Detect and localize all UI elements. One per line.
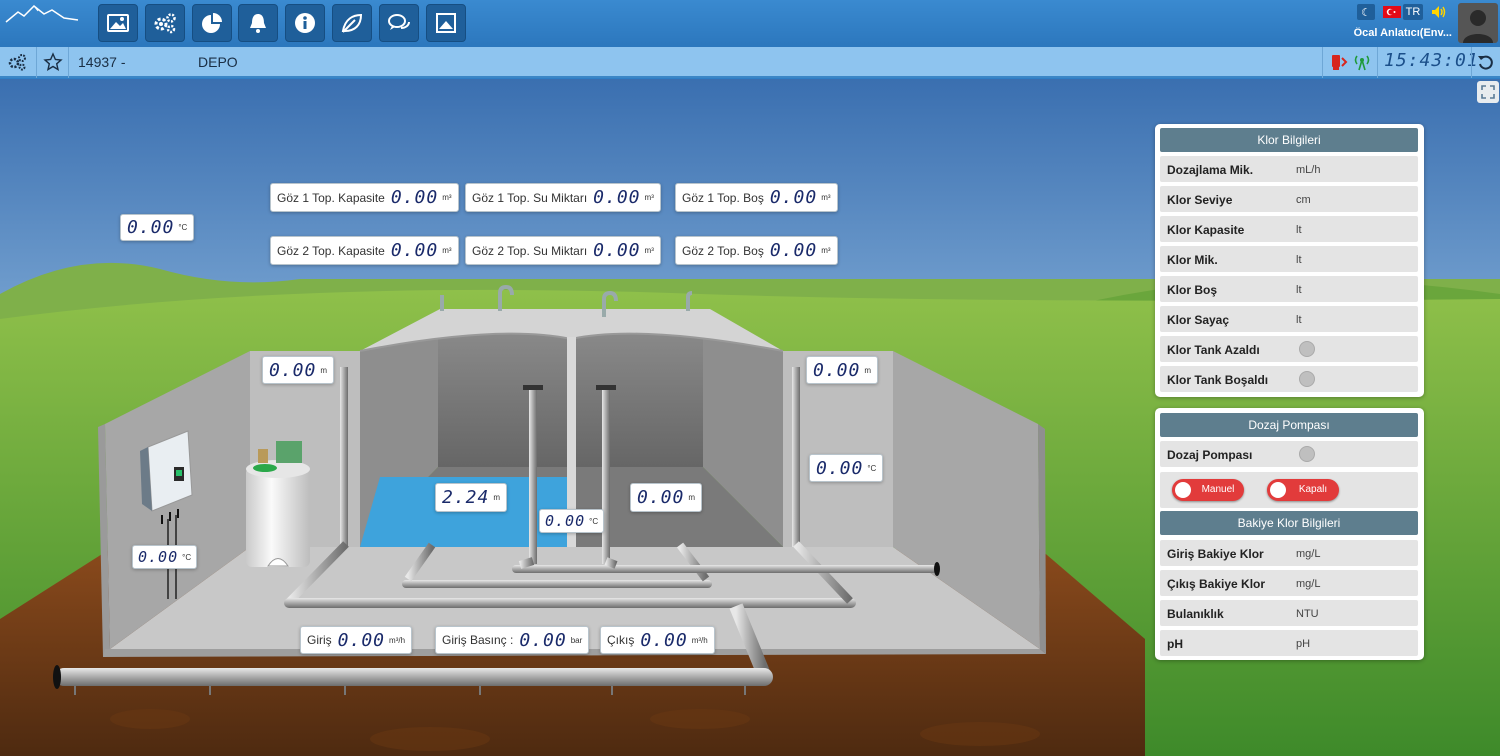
clock: 15:43:01 [1384, 50, 1479, 71]
status-indicator [1299, 371, 1315, 387]
fullscreen-icon[interactable] [1477, 81, 1499, 103]
row-dozajlama: Dozajlama Mik. mL/h [1160, 156, 1418, 182]
inlet-pressure: Giriş Basınç :0.00 bar [435, 626, 590, 654]
row-klor-bos: Klor Boş lt [1160, 276, 1418, 302]
pump-status-indicator [1299, 446, 1315, 462]
goz1-empty: Göz 1 Top. Boş 0.00 m³ [675, 183, 838, 212]
top-bar: ☾ TR Öcal Anlatıcı(Env... [0, 0, 1500, 47]
station-id: 14937 - [78, 54, 126, 70]
chat-icon[interactable] [379, 4, 419, 42]
row-klor-sayac: Klor Sayaç lt [1160, 306, 1418, 332]
row-klor-tank-azaldi: Klor Tank Azaldı [1160, 336, 1418, 362]
right-chamber-level: 0.00 m [806, 356, 879, 384]
turkey-flag-icon[interactable] [1382, 4, 1402, 20]
language-label[interactable]: TR [1403, 4, 1423, 20]
row-ph: pH pH [1160, 630, 1418, 656]
image-icon[interactable] [98, 4, 138, 42]
panel-title: Dozaj Pompası [1160, 413, 1418, 437]
outlet-flow: Çıkış 0.00 m³/h [600, 626, 715, 654]
antenna-icon[interactable] [1352, 52, 1372, 72]
settings-icon[interactable] [7, 52, 27, 72]
row-bulaniklik: Bulanıklık NTU [1160, 600, 1418, 626]
pie-chart-icon[interactable] [192, 4, 232, 42]
pump-state-toggle[interactable]: Kapalı [1267, 479, 1339, 501]
mountain-logo[interactable] [4, 2, 80, 42]
bell-icon[interactable] [238, 4, 278, 42]
goz1-water-level: 2.24 m [435, 483, 508, 512]
row-klor-kapasite: Klor Kapasite lt [1160, 216, 1418, 242]
right-chamber-temperature: 0.00 °C [809, 454, 884, 482]
dosing-pump-panel: Dozaj Pompası Dozaj Pompası Manuel Kapal… [1155, 408, 1424, 660]
water-temperature: 0.00 °C [539, 509, 605, 533]
pump-controls: Manuel Kapalı [1160, 472, 1418, 508]
goz1-capacity: Göz 1 Top. Kapasite 0.00 m³ [270, 183, 459, 212]
sub-bar: 14937 - DEPO 15:43:01 [0, 47, 1500, 78]
settings-icon[interactable] [145, 4, 185, 42]
left-chamber-level: 0.00 m [262, 356, 335, 384]
dark-mode-icon[interactable]: ☾ [1357, 4, 1375, 20]
panel-title: Bakiye Klor Bilgileri [1160, 511, 1418, 535]
avatar[interactable] [1458, 3, 1498, 43]
station-name: DEPO [198, 54, 238, 70]
outside-temperature: 0.00 °C [120, 214, 195, 241]
info-icon[interactable] [285, 4, 325, 42]
refresh-icon[interactable] [1476, 52, 1496, 72]
goz1-water-amount: Göz 1 Top. Su Miktarı 0.00 m³ [465, 183, 661, 212]
panel-title: Klor Bilgileri [1160, 128, 1418, 152]
goz2-water-level: 0.00 m [630, 483, 703, 512]
power-alarm-icon[interactable] [1329, 52, 1349, 72]
row-klor-mik: Klor Mik. lt [1160, 246, 1418, 272]
chlorine-info-panel: Klor Bilgileri Dozajlama Mik. mL/h Klor S… [1155, 124, 1424, 397]
goz2-empty: Göz 2 Top. Boş 0.00 m³ [675, 236, 838, 265]
row-giris-bakiye: Giriş Bakiye Klor mg/L [1160, 540, 1418, 566]
row-klor-seviye: Klor Seviye cm [1160, 186, 1418, 212]
goz2-water-amount: Göz 2 Top. Su Miktarı 0.00 m³ [465, 236, 661, 265]
user-name[interactable]: Öcal Anlatıcı(Env... [1350, 27, 1452, 39]
mode-toggle[interactable]: Manuel [1172, 479, 1244, 501]
row-klor-tank-bosaldi: Klor Tank Boşaldı [1160, 366, 1418, 392]
volume-icon[interactable] [1430, 4, 1448, 20]
star-icon[interactable] [43, 52, 63, 72]
inlet-flow: Giriş 0.00 m³/h [300, 626, 413, 654]
picture-icon[interactable] [426, 4, 466, 42]
row-cikis-bakiye: Çıkış Bakiye Klor mg/L [1160, 570, 1418, 596]
row-dozaj-pompasi: Dozaj Pompası [1160, 441, 1418, 467]
panel-temperature: 0.00 °C [132, 545, 198, 569]
status-indicator [1299, 341, 1315, 357]
goz2-capacity: Göz 2 Top. Kapasite 0.00 m³ [270, 236, 459, 265]
leaf-icon[interactable] [332, 4, 372, 42]
